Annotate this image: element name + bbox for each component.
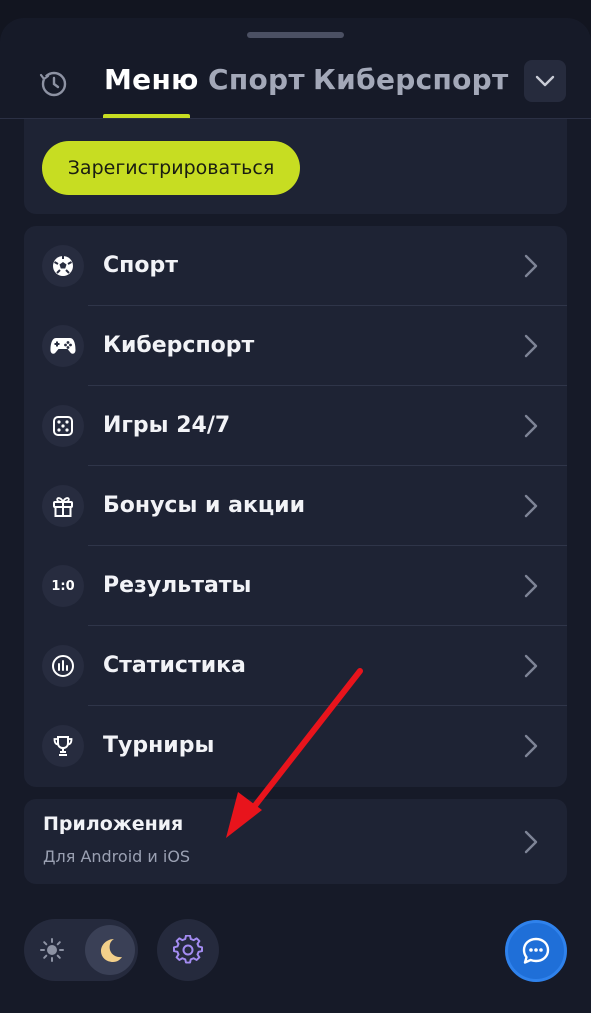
menu-item-results[interactable]: 1:0 Результаты — [24, 546, 567, 626]
drag-handle[interactable] — [247, 32, 344, 38]
menu-item-label: Бонусы и акции — [103, 493, 306, 518]
menu-icon-wrapper — [42, 725, 84, 767]
moon-icon — [101, 939, 122, 962]
menu-item-label: Статистика — [103, 653, 246, 678]
menu-item-games[interactable]: Игры 24/7 — [24, 386, 567, 466]
menu-item-tournaments[interactable]: Турниры — [24, 706, 567, 786]
menu-item-label: Спорт — [103, 253, 178, 278]
gift-icon — [53, 497, 73, 517]
menu-item-label: Результаты — [103, 573, 252, 598]
menu-item-label: Киберспорт — [103, 333, 255, 358]
menu-item-label: Турниры — [103, 733, 215, 758]
register-button[interactable]: Зарегистрироваться — [42, 141, 300, 195]
theme-toggle[interactable] — [24, 919, 138, 981]
tab-menu[interactable]: Меню — [104, 60, 199, 100]
dice-icon — [53, 416, 73, 436]
chevron-right-icon — [518, 492, 544, 520]
menu-icon-wrapper — [42, 405, 84, 447]
register-card: Зарегистрироваться — [24, 119, 567, 214]
menu-item-label: Игры 24/7 — [103, 413, 231, 438]
light-theme-button[interactable] — [36, 934, 68, 966]
gear-icon — [173, 935, 203, 964]
soccer-ball-icon — [53, 256, 73, 276]
gamepad-icon — [50, 338, 76, 354]
chevron-right-icon — [518, 652, 544, 680]
menu-item-statistics[interactable]: Статистика — [24, 626, 567, 706]
chevron-right-icon — [518, 732, 544, 760]
main-menu-list: Спорт Киберспорт Игры 24/7 Бонусы и акци… — [24, 226, 567, 787]
chevron-right-icon — [518, 252, 544, 280]
menu-item-bonuses[interactable]: Бонусы и акции — [24, 466, 567, 546]
apps-subtitle: Для Android и iOS — [43, 847, 191, 866]
chevron-down-icon — [535, 75, 555, 87]
menu-item-sport[interactable]: Спорт — [24, 226, 567, 306]
chevron-right-icon — [518, 828, 544, 856]
chevron-right-icon — [518, 572, 544, 600]
chevron-right-icon — [518, 412, 544, 440]
chevron-right-icon — [518, 332, 544, 360]
menu-item-esports[interactable]: Киберспорт — [24, 306, 567, 386]
history-button[interactable] — [36, 66, 72, 102]
statistics-icon — [52, 655, 74, 677]
apps-card[interactable]: Приложения Для Android и iOS — [24, 799, 567, 884]
settings-button[interactable] — [157, 919, 219, 981]
menu-icon-wrapper: 1:0 — [42, 565, 84, 607]
menu-icon-wrapper — [42, 645, 84, 687]
tab-esports[interactable]: Киберспорт — [313, 60, 509, 100]
tab-sport[interactable]: Спорт — [208, 60, 305, 100]
apps-title: Приложения — [43, 813, 184, 835]
menu-sheet: Меню Спорт Киберспорт Зарегистрироваться… — [0, 18, 591, 1013]
trophy-icon — [53, 736, 73, 756]
collapse-button[interactable] — [524, 60, 566, 102]
sun-icon — [40, 938, 64, 962]
history-clock-icon — [39, 71, 67, 97]
support-chat-button[interactable] — [505, 920, 567, 982]
menu-icon-wrapper — [42, 485, 84, 527]
dark-theme-button[interactable] — [85, 925, 135, 975]
menu-icon-wrapper — [42, 245, 84, 287]
chat-bubble-icon — [522, 937, 550, 964]
menu-icon-wrapper — [42, 325, 84, 367]
score-icon: 1:0 — [51, 578, 75, 594]
